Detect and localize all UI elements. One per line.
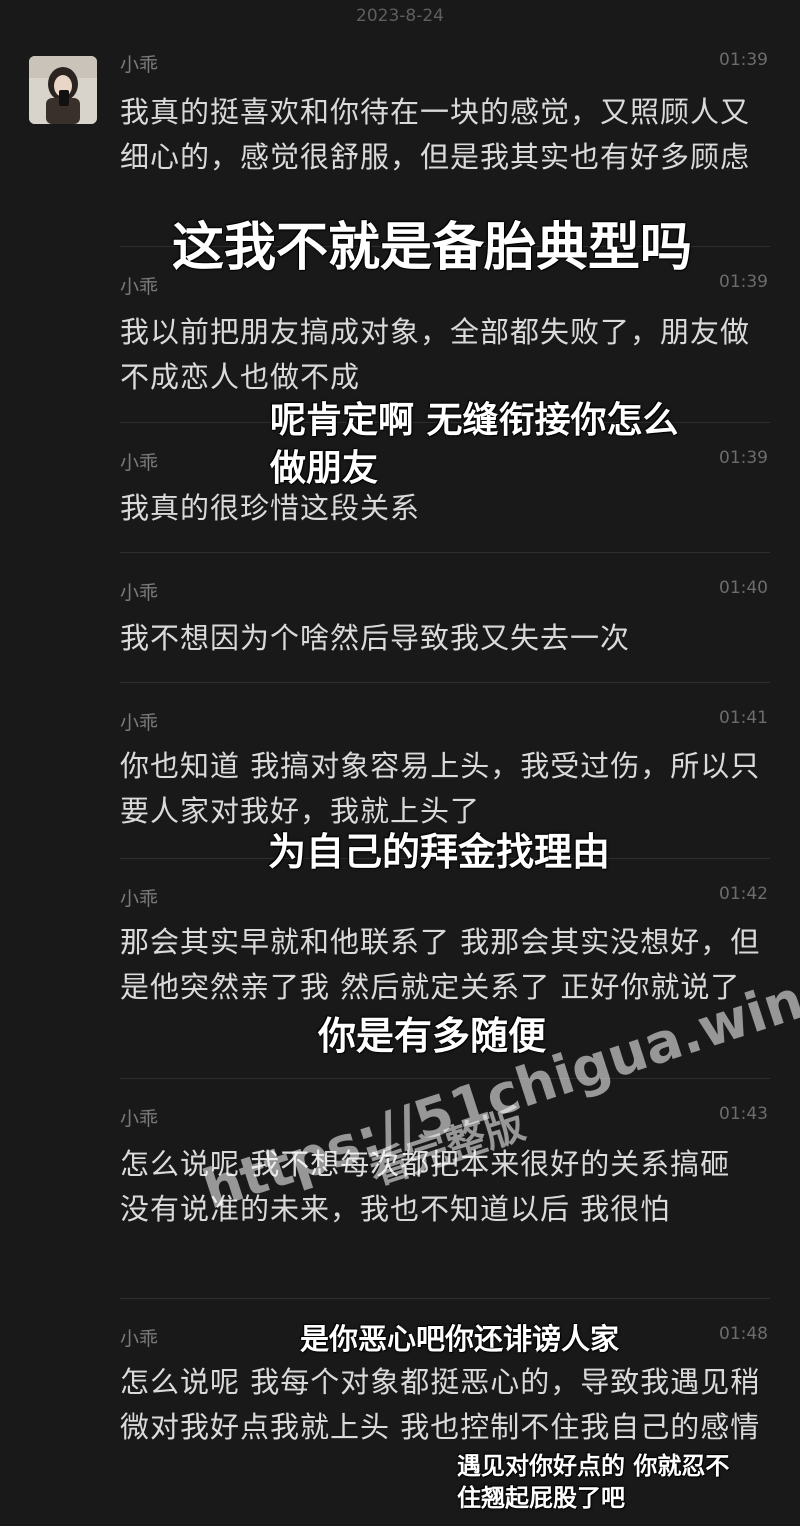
message-time: 01:39 (719, 448, 768, 468)
message-item[interactable]: 小乖 01:40 我不想因为个啥然后导致我又失去一次 (120, 578, 770, 668)
overlay-caption: 呢肯定啊 无缝衔接你怎么 (270, 400, 679, 441)
message-item[interactable]: 小乖 01:39 我真的很珍惜这段关系 (120, 448, 770, 538)
message-time: 01:43 (719, 1104, 768, 1124)
message-text: 我以前把朋友搞成对象，全部都失败了，朋友做不成恋人也做不成 (120, 315, 751, 394)
overlay-caption: 为自己的拜金找理由 (268, 830, 611, 874)
overlay-caption: 这我不就是备胎典型吗 (172, 218, 693, 278)
sender-name: 小乖 (120, 888, 159, 910)
message-item[interactable]: 小乖 01:41 你也知道 我搞对象容易上头，我受过伤，所以只要人家对我好，我就… (120, 708, 770, 838)
sender-name: 小乖 (120, 1108, 159, 1130)
message-text: 我真的很珍惜这段关系 (120, 491, 421, 525)
overlay-caption: 遇见对你好点的 你就忍不 (457, 1452, 730, 1480)
divider (120, 682, 770, 683)
message-text: 你也知道 我搞对象容易上头，我受过伤，所以只要人家对我好，我就上头了 (120, 749, 761, 828)
overlay-caption: 是你恶心吧你还诽谤人家 (300, 1322, 620, 1356)
sender-name: 小乖 (120, 276, 159, 298)
message-time: 01:41 (719, 708, 768, 728)
message-time: 01:39 (719, 272, 768, 292)
message-item[interactable]: 小乖 01:39 我真的挺喜欢和你待在一块的感觉，又照顾人又细心的，感觉很舒服，… (120, 50, 770, 220)
message-time: 01:48 (719, 1324, 768, 1344)
overlay-caption: 你是有多随便 (318, 1014, 547, 1058)
message-text: 我真的挺喜欢和你待在一块的感觉，又照顾人又细心的，感觉很舒服，但是我其实也有好多… (120, 95, 751, 174)
avatar[interactable] (29, 56, 97, 124)
message-text: 那会其实早就和他联系了 我那会其实没想好，但是他突然亲了我 然后就定关系了 正好… (120, 925, 761, 1004)
sender-name: 小乖 (120, 712, 159, 734)
sender-name: 小乖 (120, 1328, 159, 1350)
sender-name: 小乖 (120, 54, 159, 76)
message-time: 01:39 (719, 50, 768, 70)
overlay-caption: 做朋友 (270, 448, 379, 489)
divider (120, 1298, 770, 1299)
message-item[interactable]: 小乖 01:39 我以前把朋友搞成对象，全部都失败了，朋友做不成恋人也做不成 (120, 272, 770, 402)
avatar-image (29, 56, 97, 124)
chat-history-screen: 2023-8-24 小乖 01:39 我真的挺喜欢和你待在一块的感觉，又照顾人又… (0, 0, 800, 1526)
sender-name: 小乖 (120, 452, 159, 474)
message-text: 我不想因为个啥然后导致我又失去一次 (120, 621, 631, 655)
message-text: 怎么说呢 我每个对象都挺恶心的，导致我遇见稍微对我好点我就上头 我也控制不住我自… (120, 1365, 761, 1444)
divider (120, 552, 770, 553)
date-header: 2023-8-24 (356, 6, 444, 26)
divider (120, 1078, 770, 1079)
message-time: 01:40 (719, 578, 768, 598)
message-time: 01:42 (719, 884, 768, 904)
overlay-caption: 住翘起屁股了吧 (457, 1484, 625, 1512)
sender-name: 小乖 (120, 582, 159, 604)
